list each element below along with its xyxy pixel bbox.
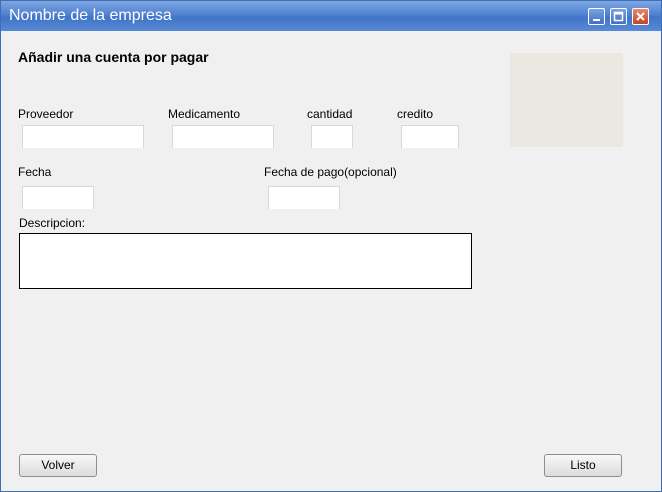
form-heading: Añadir una cuenta por pagar	[18, 49, 209, 65]
title-bar[interactable]: Nombre de la empresa	[1, 1, 661, 31]
close-icon[interactable]	[632, 8, 649, 25]
listo-button[interactable]: Listo	[544, 454, 622, 477]
proveedor-input[interactable]	[22, 125, 144, 148]
image-placeholder	[510, 53, 623, 147]
descripcion-textarea[interactable]	[19, 233, 472, 289]
cantidad-label: cantidad	[307, 107, 353, 121]
medicamento-input[interactable]	[172, 125, 274, 148]
fecha-input[interactable]	[22, 186, 94, 209]
minimize-icon[interactable]	[588, 8, 605, 25]
proveedor-label: Proveedor	[18, 107, 74, 121]
credito-input[interactable]	[401, 125, 459, 148]
fecha-pago-input[interactable]	[268, 186, 340, 209]
fecha-label: Fecha	[18, 165, 52, 179]
app-window: Nombre de la empresa Añadir una cuenta p…	[0, 0, 662, 492]
volver-button[interactable]: Volver	[19, 454, 97, 477]
window-title: Nombre de la empresa	[9, 7, 172, 24]
cantidad-input[interactable]	[311, 125, 353, 148]
credito-label: credito	[397, 107, 434, 121]
fecha-pago-label: Fecha de pago(opcional)	[264, 165, 397, 179]
descripcion-label: Descripcion:	[19, 216, 86, 230]
maximize-icon[interactable]	[610, 8, 627, 25]
medicamento-label: Medicamento	[168, 107, 241, 121]
